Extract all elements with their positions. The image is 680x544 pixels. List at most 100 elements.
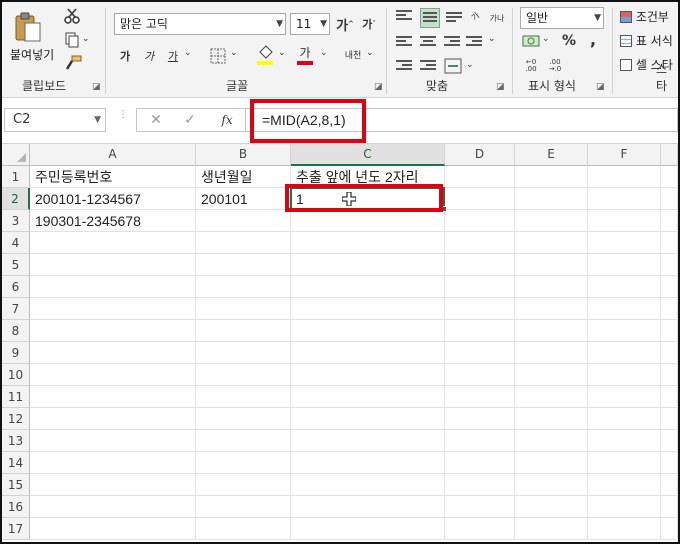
decrease-decimal-icon[interactable]: .00 →.0	[544, 58, 566, 74]
cell-d13[interactable]	[445, 430, 515, 452]
cell-e16[interactable]	[515, 496, 588, 518]
border-icon[interactable]	[210, 48, 226, 64]
row-header-3[interactable]: 3	[2, 210, 30, 232]
comma-button[interactable]: ,	[586, 30, 600, 49]
cell-f4[interactable]	[588, 232, 661, 254]
row-header-4[interactable]: 4	[2, 232, 30, 254]
row-header-10[interactable]: 10	[2, 364, 30, 386]
cell-d4[interactable]	[445, 232, 515, 254]
merge-dropdown-icon[interactable]: ⌄	[488, 34, 496, 44]
cell-c13[interactable]	[291, 430, 445, 452]
cell-c3[interactable]	[291, 210, 445, 232]
cell-f15[interactable]	[588, 474, 661, 496]
cell-a6[interactable]	[30, 276, 196, 298]
percent-button[interactable]: %	[560, 32, 578, 50]
cell-d3[interactable]	[445, 210, 515, 232]
formula-bar-grip-icon[interactable]: ⋮	[118, 110, 128, 120]
cell-e11[interactable]	[515, 386, 588, 408]
cell-d16[interactable]	[445, 496, 515, 518]
cell-c4[interactable]	[291, 232, 445, 254]
cell-c5[interactable]	[291, 254, 445, 276]
merge-center-dropdown-icon[interactable]: ⌄	[466, 60, 474, 70]
cell-e2[interactable]	[515, 188, 588, 210]
row-header-14[interactable]: 14	[2, 452, 30, 474]
cell-a15[interactable]	[30, 474, 196, 496]
cell-c1[interactable]: 추출 앞에 년도 2자리	[291, 166, 445, 188]
column-header-d[interactable]: D	[445, 144, 515, 166]
phonetic-button[interactable]: 내천	[342, 44, 364, 64]
italic-button[interactable]: 가	[140, 46, 158, 66]
cell-e8[interactable]	[515, 320, 588, 342]
cell-d7[interactable]	[445, 298, 515, 320]
cell-c6[interactable]	[291, 276, 445, 298]
row-header-16[interactable]: 16	[2, 496, 30, 518]
row-header-8[interactable]: 8	[2, 320, 30, 342]
cell-f16[interactable]	[588, 496, 661, 518]
cell-b5[interactable]	[196, 254, 291, 276]
cell-c8[interactable]	[291, 320, 445, 342]
cell-b2[interactable]: 200101	[196, 188, 291, 210]
cell-e7[interactable]	[515, 298, 588, 320]
font-launcher-icon[interactable]: ◪	[374, 82, 383, 92]
underline-button[interactable]: 가	[164, 46, 182, 66]
row-header-9[interactable]: 9	[2, 342, 30, 364]
row-header-15[interactable]: 15	[2, 474, 30, 496]
cell-e10[interactable]	[515, 364, 588, 386]
increase-decimal-icon[interactable]: ←0.00	[520, 58, 542, 74]
cell-a5[interactable]	[30, 254, 196, 276]
cell-b10[interactable]	[196, 364, 291, 386]
fill-color-dropdown-icon[interactable]: ⌄	[278, 48, 286, 58]
cell-a12[interactable]	[30, 408, 196, 430]
number-launcher-icon[interactable]: ◪	[596, 82, 605, 92]
cell-f13[interactable]	[588, 430, 661, 452]
cell-c17[interactable]	[291, 518, 445, 540]
cell-a3[interactable]: 190301-2345678	[30, 210, 196, 232]
cell-d14[interactable]	[445, 452, 515, 474]
cell-a4[interactable]	[30, 232, 196, 254]
bold-button[interactable]: 가	[116, 46, 134, 66]
font-color-dropdown-icon[interactable]: ⌄	[320, 48, 328, 58]
cell-b7[interactable]	[196, 298, 291, 320]
cell-e9[interactable]	[515, 342, 588, 364]
cell-a10[interactable]	[30, 364, 196, 386]
cell-b6[interactable]	[196, 276, 291, 298]
cell-f8[interactable]	[588, 320, 661, 342]
align-middle-icon[interactable]	[420, 8, 440, 28]
row-header-13[interactable]: 13	[2, 430, 30, 452]
cell-b3[interactable]	[196, 210, 291, 232]
row-header-11[interactable]: 11	[2, 386, 30, 408]
cell-b4[interactable]	[196, 232, 291, 254]
cell-f12[interactable]	[588, 408, 661, 430]
fill-handle[interactable]	[441, 206, 447, 212]
cell-f5[interactable]	[588, 254, 661, 276]
cell-d12[interactable]	[445, 408, 515, 430]
align-top-icon[interactable]	[396, 10, 412, 24]
shrink-font-button[interactable]: 가ˇ	[360, 14, 378, 34]
cell-c2[interactable]: 1	[291, 188, 445, 210]
cell-d2[interactable]	[445, 188, 515, 210]
cell-b11[interactable]	[196, 386, 291, 408]
merge-center-icon[interactable]	[444, 58, 462, 74]
cell-a1[interactable]: 주민등록번호	[30, 166, 196, 188]
cell-e13[interactable]	[515, 430, 588, 452]
cell-b17[interactable]	[196, 518, 291, 540]
cell-c12[interactable]	[291, 408, 445, 430]
cell-d5[interactable]	[445, 254, 515, 276]
cell-a13[interactable]	[30, 430, 196, 452]
cell-c9[interactable]	[291, 342, 445, 364]
grow-font-button[interactable]: 가 ^	[336, 14, 354, 34]
font-name-combo[interactable]: 맑은 고딕 ▼	[114, 13, 286, 35]
row-header-2[interactable]: 2	[2, 188, 30, 210]
underline-dropdown-icon[interactable]: ⌄	[184, 48, 192, 58]
column-header-f[interactable]: F	[588, 144, 661, 166]
row-header-17[interactable]: 17	[2, 518, 30, 540]
cell-a17[interactable]	[30, 518, 196, 540]
cell-c11[interactable]	[291, 386, 445, 408]
currency-dropdown-icon[interactable]: ⌄	[542, 34, 550, 44]
cell-b12[interactable]	[196, 408, 291, 430]
cell-f17[interactable]	[588, 518, 661, 540]
column-header-b[interactable]: B	[196, 144, 291, 166]
cell-f10[interactable]	[588, 364, 661, 386]
align-bottom-icon[interactable]	[446, 12, 462, 26]
paste-button[interactable]: 붙여넣기	[4, 4, 56, 66]
